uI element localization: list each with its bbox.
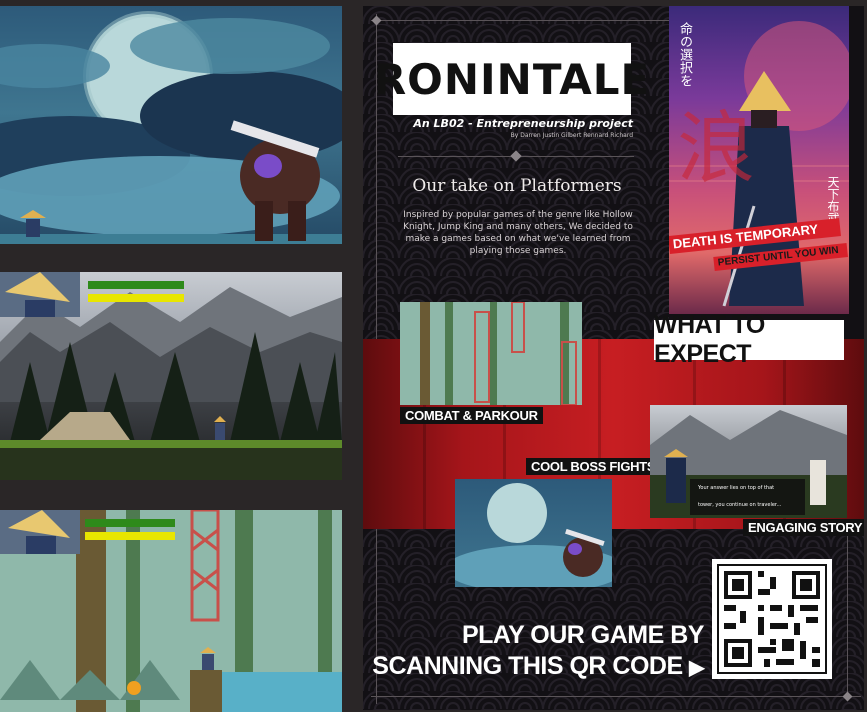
frame-line-top <box>371 20 671 21</box>
cover-kanji-vertical: 命の選択を <box>677 22 692 87</box>
ronintale-poster: RONINTALE An LB02 - Entrepreneurship pro… <box>363 6 864 710</box>
boss-preview <box>455 479 612 587</box>
qr-code[interactable] <box>712 559 832 679</box>
what-to-expect-label: WHAT TO EXPECT <box>654 311 844 368</box>
story-preview: Your answer lies on top of that tower, y… <box>650 405 847 518</box>
stamina-bar <box>85 532 175 540</box>
combat-preview <box>400 302 582 405</box>
story-dialog-line2: tower, you continue on traveler... <box>698 502 782 508</box>
boss-fight-scene <box>0 11 342 244</box>
stamina-bar <box>88 294 184 302</box>
cta-line-2: SCANNING THIS QR CODE ▶ <box>372 652 704 681</box>
boss-fights-caption: COOL BOSS FIGHTS <box>526 458 661 475</box>
forest-level-screenshot <box>0 272 342 480</box>
boss-preview-scene <box>455 483 612 587</box>
play-arrow-icon: ▶ <box>689 657 704 679</box>
cover-kanji-right: 天下布武 <box>826 176 840 224</box>
section-heading: Our take on Platformers <box>412 176 622 196</box>
forest-level-scene <box>0 272 342 480</box>
logo-text: RONINTALE <box>373 54 651 104</box>
qr-code-icon <box>717 564 827 674</box>
health-bar <box>85 519 175 527</box>
health-bar <box>88 281 184 289</box>
cta-line-2-text: SCANNING THIS QR CODE <box>372 652 683 680</box>
project-subtitle: An LB02 - Entrepreneurship project <box>413 117 633 130</box>
game-logo: RONINTALE <box>374 43 649 115</box>
bamboo-level-screenshot <box>0 510 342 712</box>
story-dialog-line1: Your answer lies on top of that <box>698 485 775 491</box>
cover-kanji-big: 浪 <box>677 104 756 194</box>
cta-line-1: PLAY OUR GAME BY <box>461 621 705 649</box>
frame-line-right <box>847 526 848 701</box>
bamboo-level-scene <box>0 510 342 712</box>
combat-preview-scene <box>420 302 577 405</box>
engaging-story-caption: ENGAGING STORY <box>743 519 864 536</box>
cover-art: 命の選択を 浪 天下布武 DEATH IS TEMPORARY PERSIST … <box>669 6 849 314</box>
boss-fight-screenshot <box>0 6 342 244</box>
description-text: Inspired by popular games of the genre l… <box>403 210 633 256</box>
authors-credit: By Darren Justin Gilbert Rennard Richard <box>510 132 633 139</box>
frame-line-bottom <box>371 696 861 697</box>
combat-parkour-caption: COMBAT & PARKOUR <box>400 407 543 424</box>
